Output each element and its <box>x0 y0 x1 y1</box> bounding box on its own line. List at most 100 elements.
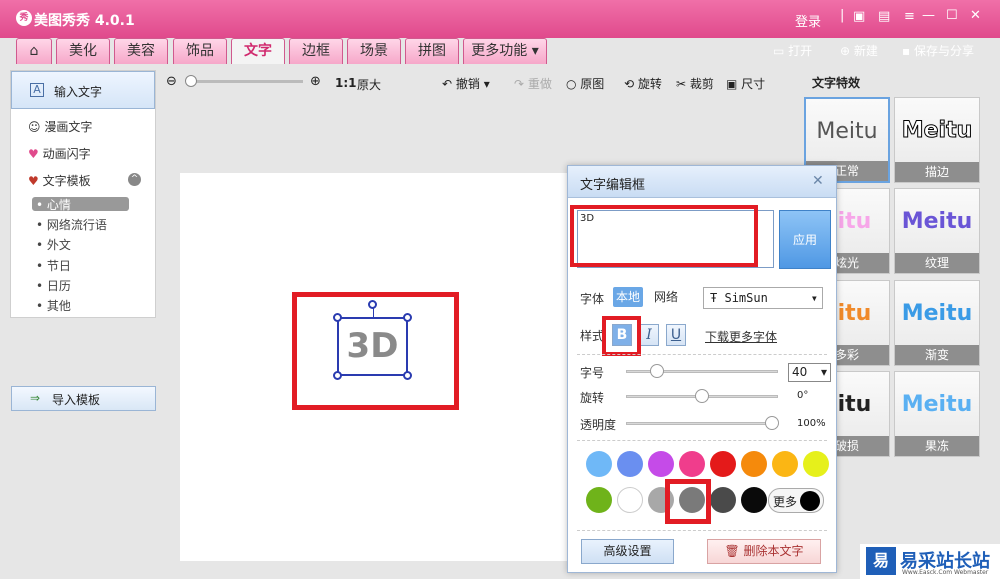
dialog-close-icon[interactable]: ✕ <box>812 173 824 189</box>
font-select[interactable]: Ŧ SimSun ▾ <box>703 287 823 309</box>
color-swatch[interactable] <box>741 487 767 513</box>
tab-beauty[interactable]: 美容 <box>114 38 168 64</box>
tab-more[interactable]: 更多功能 ▾ <box>463 38 547 64</box>
color-swatch[interactable] <box>772 451 798 477</box>
sub-item-other-label: 其他 <box>46 299 71 313</box>
sub-item-mood-label: 心情 <box>46 198 71 212</box>
original-label: 原图 <box>580 77 605 91</box>
delete-text-button[interactable]: 🗑 删除本文字 <box>707 539 821 564</box>
comic-icon: ☺ <box>28 120 41 134</box>
color-swatch[interactable] <box>617 451 643 477</box>
color-swatch[interactable] <box>586 451 612 477</box>
divider <box>577 440 827 441</box>
underline-button[interactable]: U <box>666 324 686 346</box>
resize-handle-tr[interactable] <box>403 313 412 322</box>
original-button[interactable]: ○ 原图 <box>566 75 604 92</box>
font-network-toggle[interactable]: 网络 <box>651 287 681 307</box>
opacity-label: 透明度 <box>580 418 617 432</box>
advanced-settings-button[interactable]: 高级设置 <box>581 539 674 564</box>
font-name: SimSun <box>724 291 768 305</box>
comic-text-item[interactable]: ☺ 漫画文字 <box>28 118 92 135</box>
italic-button[interactable]: I <box>639 324 659 346</box>
close-icon[interactable]: ✕ <box>970 8 981 23</box>
tab-collage[interactable]: 拼图 <box>405 38 459 64</box>
minimize-icon[interactable]: — <box>922 8 935 23</box>
input-text-button[interactable]: A 输入文字 <box>11 71 155 109</box>
text-object[interactable]: 3D <box>333 300 412 380</box>
undo-label: 撤销 <box>455 77 480 91</box>
color-swatch[interactable] <box>586 487 612 513</box>
effect-texture[interactable]: Meitu 纹理 <box>894 188 980 274</box>
undo-button[interactable]: ↶ 撤销 ▾ <box>442 75 490 92</box>
color-swatch[interactable] <box>710 487 736 513</box>
highlight-box-color <box>665 479 711 524</box>
maximize-icon[interactable]: ☐ <box>946 8 958 23</box>
opacity-slider-knob[interactable] <box>765 416 779 430</box>
resize-handle-br[interactable] <box>403 371 412 380</box>
more-colors-button[interactable]: 更多 <box>768 488 824 513</box>
zoom-slider-knob[interactable] <box>185 75 197 87</box>
crop-label: 裁剪 <box>689 77 714 91</box>
tab-text[interactable]: 文字 <box>231 38 285 64</box>
zoom-out-icon[interactable]: ⊖ <box>166 74 177 89</box>
sub-item-mood[interactable]: • 心情 <box>36 196 71 213</box>
sub-item-network[interactable]: • 网络流行语 <box>36 216 107 233</box>
effect-jelly[interactable]: Meitu 果冻 <box>894 371 980 457</box>
redo-button[interactable]: ↷ 重做 <box>514 75 552 92</box>
resize-handle-bl[interactable] <box>333 371 342 380</box>
divider <box>577 530 827 531</box>
color-swatch[interactable] <box>710 451 736 477</box>
heart-icon: ♥ <box>28 147 39 161</box>
tab-accessory[interactable]: 饰品 <box>173 38 227 64</box>
original-size-button[interactable]: 原大 <box>357 76 381 93</box>
size-chevron-icon: ▾ <box>820 365 827 379</box>
color-swatch[interactable] <box>741 451 767 477</box>
tab-frame[interactable]: 边框 <box>289 38 343 64</box>
tab-home[interactable]: ⌂ <box>16 38 52 64</box>
login-link[interactable]: 登录 <box>795 11 821 30</box>
text-template-item[interactable]: ♥ 文字模板 <box>28 172 91 189</box>
menu-icon[interactable]: ≡ <box>904 9 915 24</box>
effect-outline[interactable]: Meitu 描边 <box>894 97 980 183</box>
sub-item-foreign[interactable]: • 外文 <box>36 236 71 253</box>
collapse-icon[interactable]: ^ <box>128 173 141 186</box>
flash-text-label: 动画闪字 <box>42 147 91 161</box>
sub-item-calendar[interactable]: • 日历 <box>36 277 71 294</box>
size-slider[interactable] <box>626 370 778 373</box>
font-local-toggle[interactable]: 本地 <box>613 287 644 307</box>
size-button[interactable]: ▣ 尺寸 <box>726 75 765 92</box>
text-object-content: 3D <box>346 326 399 366</box>
effect-gradient[interactable]: Meitu 渐变 <box>894 280 980 366</box>
template-icon: ♥ <box>28 174 39 188</box>
zoom-slider[interactable] <box>190 80 303 83</box>
apply-button[interactable]: 应用 <box>779 210 831 269</box>
flash-text-item[interactable]: ♥ 动画闪字 <box>28 145 91 162</box>
tab-scene[interactable]: 场景 <box>347 38 401 64</box>
opacity-slider[interactable] <box>626 422 778 425</box>
save-share-button[interactable]: ▪ 保存与分享 <box>902 42 974 59</box>
skin-icon[interactable]: ▤ <box>878 9 890 24</box>
sub-item-other[interactable]: • 其他 <box>36 297 71 314</box>
tab-beautify[interactable]: 美化 <box>56 38 110 64</box>
effect-texture-sample: Meitu <box>901 209 973 234</box>
crop-button[interactable]: ✂ 裁剪 <box>676 75 714 92</box>
color-swatch[interactable] <box>803 451 829 477</box>
rotate-button[interactable]: ⟲ 旋转 <box>624 75 662 92</box>
import-template-button[interactable]: ⇒ 导入模板 <box>11 386 156 411</box>
font-type-icon: Ŧ <box>710 291 718 305</box>
effect-outline-sample: Meitu <box>901 118 973 144</box>
zoom-in-icon[interactable]: ⊕ <box>310 74 321 89</box>
download-fonts-link[interactable]: 下载更多字体 <box>705 328 777 345</box>
effect-jelly-sample: Meitu <box>901 392 973 417</box>
color-swatch[interactable] <box>617 487 643 513</box>
size-slider-knob[interactable] <box>650 364 664 378</box>
open-button[interactable]: ▭ 打开 <box>773 42 812 59</box>
sub-item-holiday[interactable]: • 节日 <box>36 257 71 274</box>
new-button[interactable]: ⊕ 新建 <box>840 42 878 59</box>
size-select[interactable]: 40 ▾ <box>788 363 831 382</box>
rotate-slider-knob[interactable] <box>695 389 709 403</box>
color-swatch[interactable] <box>679 451 705 477</box>
chat-icon[interactable]: ▣ <box>853 9 865 24</box>
resize-handle-tl[interactable] <box>333 313 342 322</box>
color-swatch[interactable] <box>648 451 674 477</box>
